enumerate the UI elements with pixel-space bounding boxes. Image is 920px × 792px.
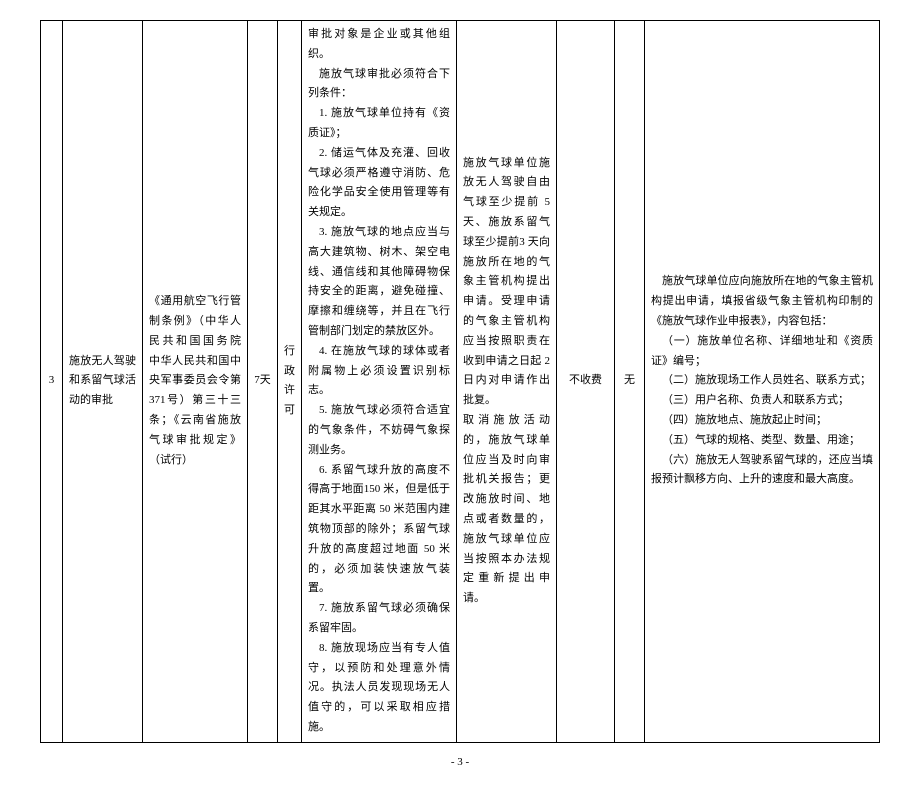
procedure: 施放气球单位施放无人驾驶自由气球至少提前 5 天、施放系留气球至少提前3 天向施…: [457, 21, 557, 743]
cond-6: 6. 系留气球升放的高度不得高于地面150 米，但是低于距其水平距离 50 米范…: [308, 461, 450, 600]
cond-2: 2. 储运气体及充灌、回收气球必须严格遵守消防、危险化学品安全使用管理等有关规定…: [308, 144, 450, 223]
fee: 不收费: [557, 21, 615, 743]
cond-5: 5. 施放气球必须符合适宜的气象条件，不妨碍气象探测业务。: [308, 401, 450, 460]
type: 行政许可: [278, 21, 302, 743]
time-limit: 7天: [248, 21, 278, 743]
cond-1: 1. 施放气球单位持有《资质证》；: [308, 104, 450, 144]
legal-basis: 《通用航空飞行管制条例》（中华人民共和国国务院 中华人民共和国中央军事委员会令第…: [143, 21, 248, 743]
item-name: 施放无人驾驶和系留气球活动的审批: [63, 21, 143, 743]
cond-4: 4. 在施放气球的球体或者附属物上必须设置识别标志。: [308, 342, 450, 401]
note-intro: 施放气球单位应向施放所在地的气象主管机构提出申请，填报省级气象主管机构印制的《施…: [651, 272, 873, 331]
note-2: （二）施放现场工作人员姓名、联系方式；: [651, 371, 873, 391]
notes: 施放气球单位应向施放所在地的气象主管机构提出申请，填报省级气象主管机构印制的《施…: [645, 21, 880, 743]
proc-2: 取消施放活动的，施放气球单位应当及时向审批机关报告；更改施放时间、地点或者数量的…: [463, 411, 550, 609]
note-4: （四）施放地点、施放起止时间；: [651, 411, 873, 431]
fee-basis: 无: [615, 21, 645, 743]
note-1: （一）施放单位名称、详细地址和《资质证》编号；: [651, 332, 873, 372]
page-number: - 3 -: [40, 753, 880, 773]
approval-table: 3 施放无人驾驶和系留气球活动的审批 《通用航空飞行管制条例》（中华人民共和国国…: [40, 20, 880, 743]
note-3: （三）用户名称、负责人和联系方式；: [651, 391, 873, 411]
table-row: 3 施放无人驾驶和系留气球活动的审批 《通用航空飞行管制条例》（中华人民共和国国…: [41, 21, 880, 743]
note-6: （六）施放无人驾驶系留气球的，还应当填报预计飘移方向、上升的速度和最大高度。: [651, 451, 873, 491]
cond-7: 7. 施放系留气球必须确保系留牢固。: [308, 599, 450, 639]
proc-1: 施放气球单位施放无人驾驶自由气球至少提前 5 天、施放系留气球至少提前3 天向施…: [463, 154, 550, 411]
note-5: （五）气球的规格、类型、数量、用途；: [651, 431, 873, 451]
cond-intro2: 施放气球审批必须符合下列条件：: [308, 65, 450, 105]
row-number: 3: [41, 21, 63, 743]
conditions: 审批对象是企业或其他组织。 施放气球审批必须符合下列条件： 1. 施放气球单位持…: [302, 21, 457, 743]
cond-intro: 审批对象是企业或其他组织。: [308, 25, 450, 65]
cond-8: 8. 施放现场应当有专人值守，以预防和处理意外情况。执法人员发现现场无人值守的，…: [308, 639, 450, 738]
cond-3: 3. 施放气球的地点应当与高大建筑物、树木、架空电线、通信线和其他障碍物保持安全…: [308, 223, 450, 342]
